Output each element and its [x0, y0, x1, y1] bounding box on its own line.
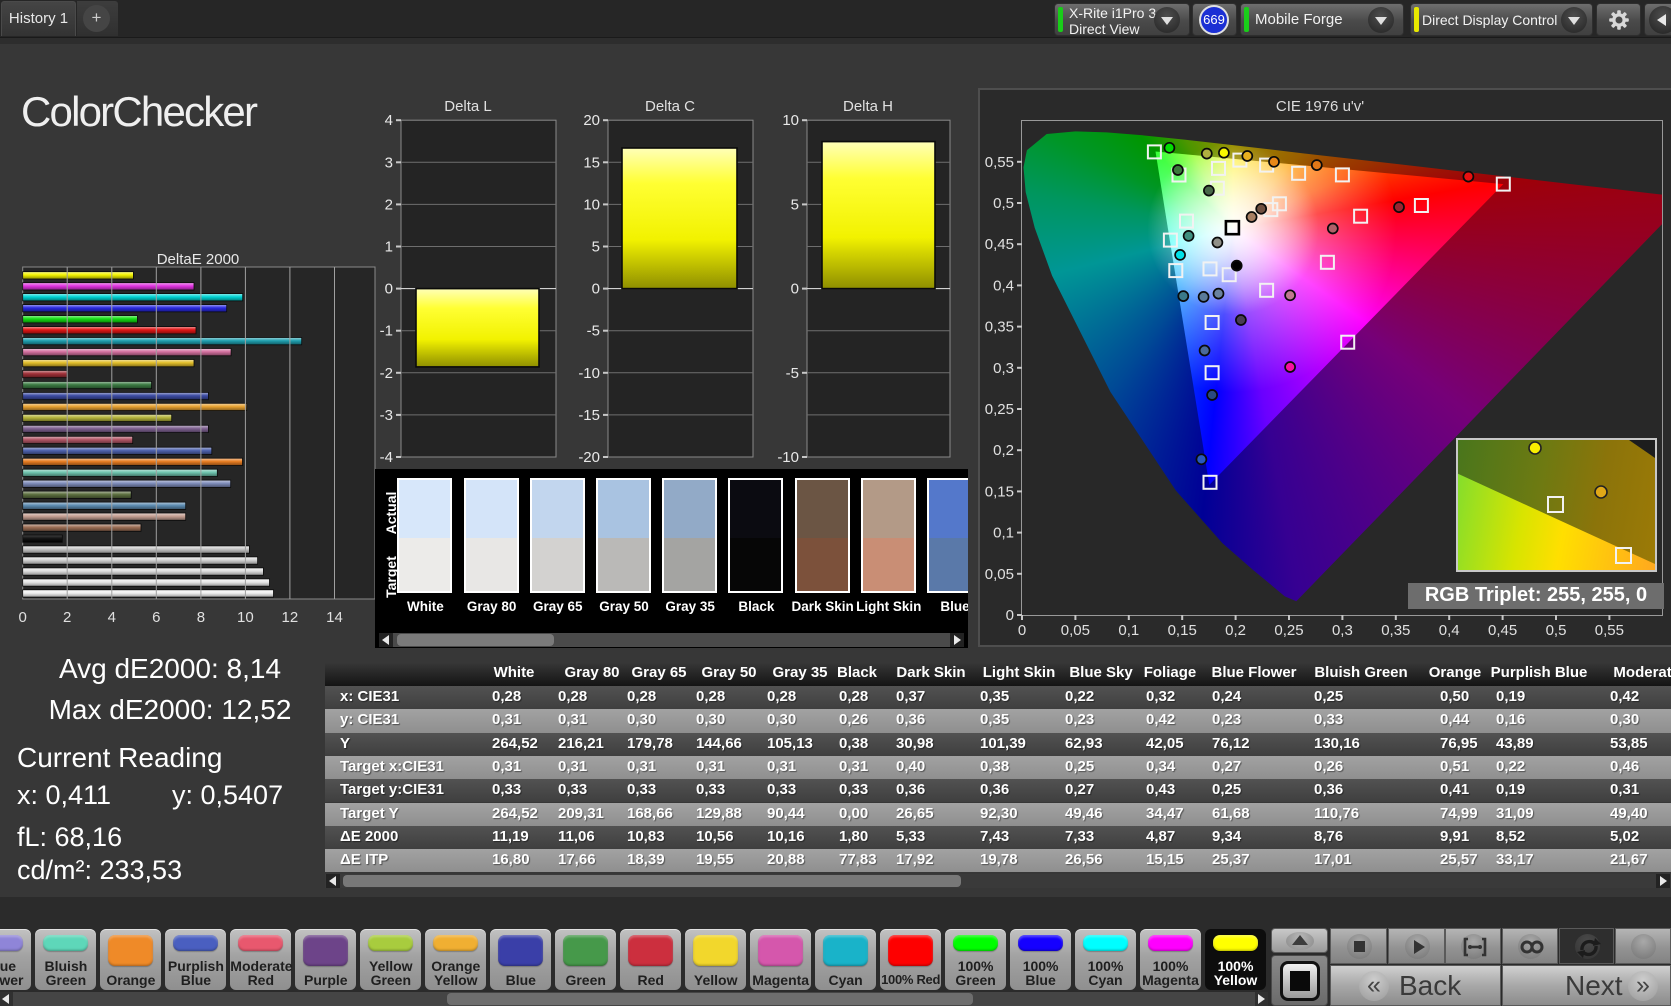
svg-text:-20: -20 [578, 449, 600, 466]
svg-text:Delta C: Delta C [645, 98, 695, 115]
svg-text:2: 2 [385, 196, 393, 213]
svg-text:2: 2 [63, 609, 71, 626]
svg-text:8: 8 [197, 609, 205, 626]
svg-text:10: 10 [782, 112, 799, 129]
svg-text:0,55: 0,55 [1595, 622, 1624, 639]
svg-text:0,35: 0,35 [1381, 622, 1410, 639]
svg-text:0,2: 0,2 [1225, 622, 1246, 639]
svg-text:0,3: 0,3 [993, 360, 1014, 377]
svg-text:-10: -10 [578, 365, 600, 382]
svg-text:0: 0 [19, 609, 27, 626]
svg-text:0,15: 0,15 [1168, 622, 1197, 639]
svg-text:0,35: 0,35 [985, 319, 1014, 336]
svg-text:3: 3 [385, 154, 393, 171]
svg-text:0,25: 0,25 [985, 401, 1014, 418]
svg-text:10: 10 [583, 196, 600, 213]
svg-text:-10: -10 [777, 449, 799, 466]
svg-text:-5: -5 [786, 365, 799, 382]
svg-text:-2: -2 [380, 365, 393, 382]
svg-text:0,2: 0,2 [993, 442, 1014, 459]
svg-text:5: 5 [592, 239, 600, 256]
svg-text:0,45: 0,45 [1488, 622, 1517, 639]
svg-text:6: 6 [152, 609, 160, 626]
svg-text:0: 0 [592, 281, 600, 298]
svg-text:-15: -15 [578, 407, 600, 424]
svg-text:0: 0 [385, 281, 393, 298]
svg-text:0,1: 0,1 [993, 525, 1014, 542]
svg-text:4: 4 [108, 609, 116, 626]
svg-text:0,55: 0,55 [985, 154, 1014, 171]
svg-text:0,05: 0,05 [985, 566, 1014, 583]
svg-text:Delta L: Delta L [444, 98, 492, 115]
svg-text:10: 10 [237, 609, 254, 626]
svg-text:Delta H: Delta H [843, 98, 893, 115]
svg-text:0,4: 0,4 [1439, 622, 1460, 639]
svg-text:-1: -1 [380, 323, 393, 340]
svg-text:4: 4 [385, 112, 393, 129]
svg-text:14: 14 [326, 609, 343, 626]
svg-text:0,45: 0,45 [985, 236, 1014, 253]
svg-text:-3: -3 [380, 407, 393, 424]
svg-text:0,5: 0,5 [993, 195, 1014, 212]
svg-text:20: 20 [583, 112, 600, 129]
svg-text:DeltaE 2000: DeltaE 2000 [157, 251, 240, 268]
svg-text:0,1: 0,1 [1118, 622, 1139, 639]
svg-text:0,4: 0,4 [993, 277, 1014, 294]
svg-text:0: 0 [1018, 622, 1026, 639]
svg-text:0,5: 0,5 [1546, 622, 1567, 639]
svg-text:1: 1 [385, 239, 393, 256]
svg-text:-5: -5 [587, 323, 600, 340]
svg-text:0,3: 0,3 [1332, 622, 1353, 639]
svg-text:0,25: 0,25 [1274, 622, 1303, 639]
svg-text:0: 0 [1006, 607, 1014, 624]
svg-text:-4: -4 [380, 449, 393, 466]
svg-text:0: 0 [791, 281, 799, 298]
svg-text:5: 5 [791, 196, 799, 213]
svg-text:15: 15 [583, 154, 600, 171]
svg-text:0,15: 0,15 [985, 483, 1014, 500]
svg-text:12: 12 [282, 609, 299, 626]
svg-text:0,05: 0,05 [1061, 622, 1090, 639]
